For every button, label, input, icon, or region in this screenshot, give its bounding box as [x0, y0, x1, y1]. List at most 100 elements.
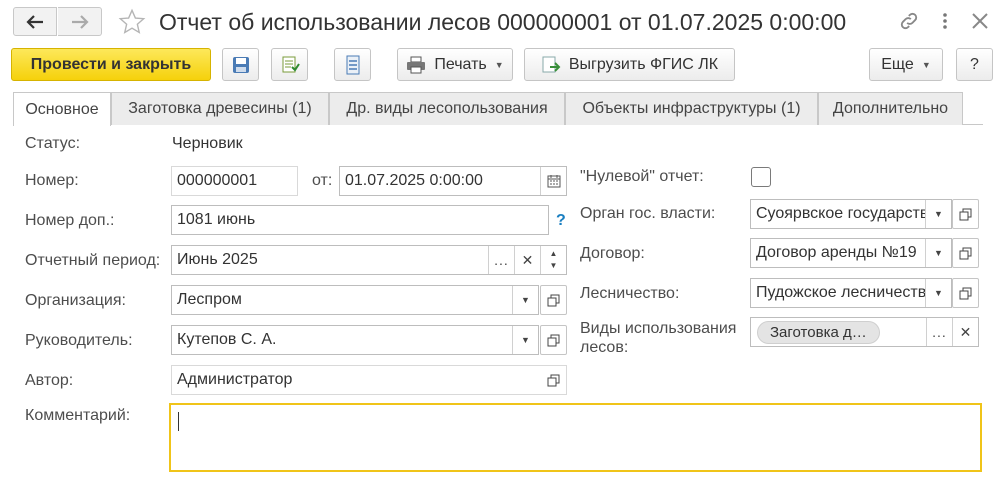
arrow-left-icon: [26, 14, 43, 29]
forestry-label: Лесничество:: [580, 285, 680, 302]
comment-textarea[interactable]: [169, 403, 982, 472]
export-fgis-button[interactable]: Выгрузить ФГИС ЛК: [524, 48, 735, 81]
dropdown-caret-icon: ▼: [921, 59, 931, 70]
tab-other-forest-uses[interactable]: Др. виды лесопользования: [329, 92, 565, 125]
spin-down-icon[interactable]: ▼: [550, 260, 558, 272]
tab-infrastructure[interactable]: Объекты инфраструктуры (1): [565, 92, 818, 125]
usage-types-label-line2: лесов:: [580, 339, 629, 356]
status-value: Черновик: [172, 135, 243, 152]
printer-icon: [407, 56, 426, 73]
author-value: Администратор: [177, 371, 293, 388]
open-organization-button[interactable]: [540, 285, 567, 315]
contract-field[interactable]: Договор аренды №19 ▼: [750, 238, 952, 268]
usage-chip[interactable]: Заготовка д…: [757, 320, 880, 344]
save-icon: [232, 56, 249, 73]
window-title: Отчет об использовании лесов 000000001 о…: [159, 9, 847, 35]
organization-label: Организация:: [25, 292, 126, 309]
number-field[interactable]: 000000001: [171, 166, 298, 196]
forward-button[interactable]: [58, 7, 102, 36]
period-field[interactable]: Июнь 2025 ... ✕ ▲ ▼: [171, 245, 567, 275]
post-and-close-label: Провести и закрыть: [30, 55, 192, 73]
more-menu-button[interactable]: [938, 10, 952, 36]
star-icon: [118, 8, 146, 34]
chevron-down-icon[interactable]: ▼: [512, 286, 538, 314]
open-head-button[interactable]: [540, 325, 567, 355]
period-spinner[interactable]: ▲ ▼: [540, 246, 566, 274]
extra-number-field[interactable]: 1081 июнь: [171, 205, 549, 235]
open-window-icon: [959, 247, 972, 259]
close-icon: [972, 13, 988, 29]
text-cursor: [178, 412, 179, 431]
tab-label: Заготовка древесины (1): [128, 100, 312, 117]
tab-label: Дополнительно: [832, 100, 949, 117]
tab-additional[interactable]: Дополнительно: [818, 92, 963, 125]
chevron-down-icon[interactable]: ▼: [925, 239, 951, 267]
number-label: Номер:: [25, 172, 79, 189]
contract-label: Договор:: [580, 245, 645, 262]
zero-report-checkbox[interactable]: [751, 167, 771, 187]
open-contract-button[interactable]: [952, 238, 979, 268]
help-label: ?: [970, 55, 979, 73]
head-value: Кутепов С. А.: [177, 331, 277, 348]
select-ellipsis-icon[interactable]: ...: [488, 246, 514, 274]
link-button[interactable]: [898, 10, 920, 36]
chevron-down-icon[interactable]: ▼: [512, 326, 538, 354]
authority-field[interactable]: Суоярвское государственное ▼: [750, 199, 952, 229]
tab-label: Объекты инфраструктуры (1): [582, 100, 801, 117]
author-label: Автор:: [25, 372, 74, 389]
export-label: Выгрузить ФГИС ЛК: [568, 55, 719, 73]
document-journal-button[interactable]: [334, 48, 371, 81]
open-authority-button[interactable]: [952, 199, 979, 229]
post-button[interactable]: [271, 48, 308, 81]
contract-value: Договор аренды №19: [756, 244, 917, 261]
clear-icon[interactable]: ✕: [514, 246, 540, 274]
arrow-right-icon: [71, 14, 89, 29]
tab-label: Основное: [25, 100, 99, 118]
chevron-down-icon[interactable]: ▼: [925, 279, 951, 307]
clear-icon[interactable]: ✕: [952, 318, 978, 346]
favorite-star-button[interactable]: [118, 8, 146, 40]
extra-number-help-icon[interactable]: ?: [556, 212, 566, 230]
post-and-close-button[interactable]: Провести и закрыть: [11, 48, 211, 81]
export-icon: [542, 56, 561, 72]
close-button[interactable]: [969, 10, 991, 36]
usage-types-field[interactable]: Заготовка д… ... ✕: [750, 317, 979, 347]
extra-number-value: 1081 июнь: [177, 211, 256, 228]
organization-value: Леспром: [177, 291, 242, 308]
zero-report-label: "Нулевой" отчет:: [580, 168, 704, 185]
head-label: Руководитель:: [25, 332, 133, 349]
tab-main[interactable]: Основное: [13, 92, 111, 126]
author-field[interactable]: Администратор: [171, 365, 567, 395]
chevron-down-icon[interactable]: ▼: [925, 200, 951, 228]
calendar-icon[interactable]: [540, 167, 566, 195]
link-icon: [900, 12, 918, 30]
forestry-value: Пудожское лесничество: [756, 284, 925, 301]
open-forestry-button[interactable]: [952, 278, 979, 308]
usage-types-label: Виды использования лесов:: [580, 319, 736, 357]
date-field[interactable]: 01.07.2025 0:00:00: [339, 166, 567, 196]
print-button[interactable]: Печать ▼: [397, 48, 513, 81]
date-value: 01.07.2025 0:00:00: [345, 172, 483, 189]
comment-label: Комментарий:: [25, 407, 131, 424]
select-ellipsis-icon[interactable]: ...: [926, 318, 952, 346]
list-icon: [346, 55, 359, 74]
forestry-field[interactable]: Пудожское лесничество ▼: [750, 278, 952, 308]
extra-number-label: Номер доп.:: [25, 212, 115, 229]
head-field[interactable]: Кутепов С. А. ▼: [171, 325, 539, 355]
more-button[interactable]: Еще ▼: [869, 48, 943, 81]
open-window-icon: [547, 294, 560, 306]
open-author-button[interactable]: [540, 366, 566, 394]
save-button[interactable]: [222, 48, 259, 81]
help-button[interactable]: ?: [956, 48, 993, 81]
organization-field[interactable]: Леспром ▼: [171, 285, 539, 315]
usage-types-chips: Заготовка д…: [751, 320, 926, 344]
open-window-icon: [547, 374, 559, 386]
period-value: Июнь 2025: [177, 251, 258, 268]
back-button[interactable]: [13, 7, 57, 36]
spin-up-icon[interactable]: ▲: [550, 248, 558, 260]
more-label: Еще: [881, 55, 914, 73]
usage-types-label-line1: Виды использования: [580, 320, 737, 337]
period-label: Отчетный период:: [25, 252, 161, 269]
authority-label: Орган гос. власти:: [580, 205, 716, 222]
tab-timber-harvesting[interactable]: Заготовка древесины (1): [111, 92, 329, 125]
